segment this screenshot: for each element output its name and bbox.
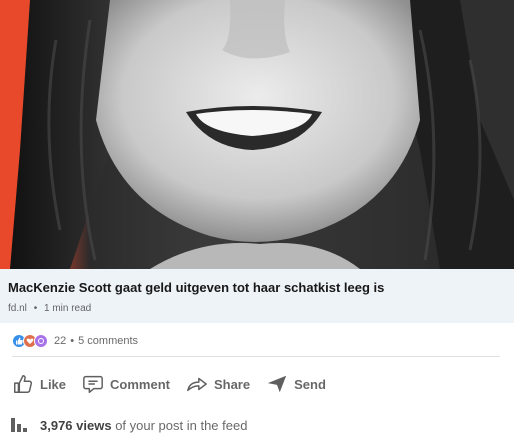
send-button[interactable]: Send: [262, 373, 330, 395]
social-counts[interactable]: 22 • 5 comments: [12, 333, 138, 349]
comment-icon: [83, 375, 103, 393]
share-button[interactable]: Share: [182, 373, 254, 395]
article-title[interactable]: MacKenzie Scott gaat geld uitgeven tot h…: [8, 279, 506, 296]
thumbs-up-icon: [14, 375, 33, 393]
views-suffix: of your post in the feed: [115, 417, 248, 433]
support-reaction-icon: [34, 334, 48, 348]
bar-chart-icon: [11, 418, 27, 432]
separator-dot: •: [70, 335, 75, 347]
reaction-count[interactable]: 22: [54, 335, 66, 347]
article-preview[interactable]: MacKenzie Scott gaat geld uitgeven tot h…: [0, 269, 514, 323]
comment-label: Comment: [110, 376, 170, 392]
views-text: 3,976 views of your post in the feed: [40, 418, 247, 433]
post-analytics[interactable]: 3,976 views of your post in the feed: [10, 416, 247, 434]
views-count: 3,976 views: [40, 417, 112, 433]
send-label: Send: [294, 376, 326, 392]
portrait-photo-image: [0, 0, 514, 269]
article-read-time: 1 min read: [43, 303, 92, 314]
post-actions: Like Comment Share Send: [8, 370, 338, 398]
separator-dot: •: [33, 303, 38, 314]
divider: [12, 356, 500, 357]
share-arrow-icon: [187, 377, 207, 392]
article-source: fd.nl: [8, 303, 27, 314]
like-label: Like: [40, 376, 67, 392]
comments-count[interactable]: 5 comments: [78, 335, 138, 347]
article-meta: fd.nl • 1 min read: [8, 303, 506, 314]
post-image[interactable]: [0, 0, 514, 269]
share-label: Share: [213, 376, 251, 392]
comment-button[interactable]: Comment: [78, 373, 174, 395]
like-button[interactable]: Like: [8, 373, 70, 395]
send-paper-plane-icon: [267, 375, 287, 393]
